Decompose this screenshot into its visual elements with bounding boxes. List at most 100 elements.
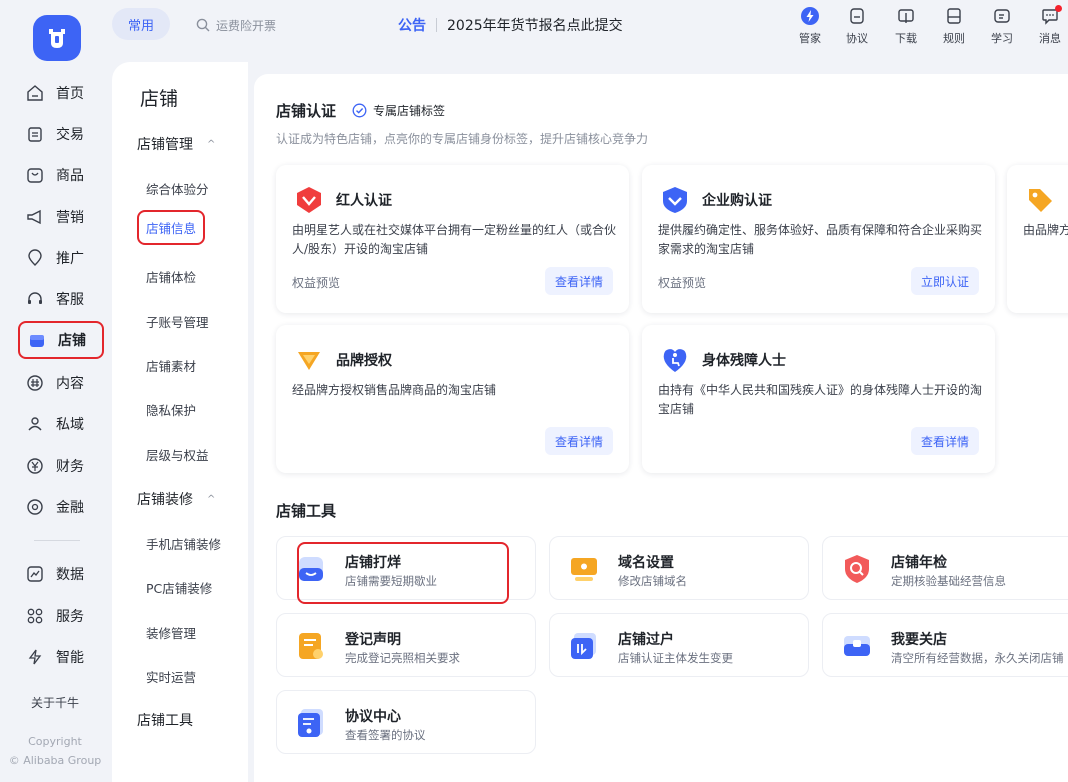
copyright-owner: © Alibaba Group <box>8 754 102 767</box>
card-desc: 由明星艺人或在社交媒体平台拥有一定粉丝量的红人（或合伙人/股东）开设的淘宝店铺 <box>292 223 617 256</box>
nav-item-home[interactable]: 首页 <box>18 74 106 112</box>
view-details-button[interactable]: 查看详情 <box>544 267 613 295</box>
view-details-button[interactable]: 查看详情 <box>910 427 979 455</box>
tool-agreement-center[interactable]: 协议中心 查看签署的协议 <box>276 690 536 754</box>
nav-label: 首页 <box>56 86 84 102</box>
nav-label: 智能 <box>56 650 84 666</box>
tool-download[interactable]: 下载 <box>886 4 926 52</box>
trade-icon <box>28 127 42 142</box>
tool-agreement[interactable]: 协议 <box>837 4 877 52</box>
tool-registration[interactable]: 登记声明 完成登记亮照相关要求 <box>276 613 536 677</box>
cert-card-brand-owner[interactable]: 由品牌方 <box>1007 165 1068 313</box>
nav-item-data[interactable]: 数据 <box>18 555 106 593</box>
announcement[interactable]: 公告 2025年年货节报名点此提交 <box>398 14 623 36</box>
download-icon <box>898 9 914 23</box>
tag-icon <box>1029 189 1052 212</box>
menu-item-privacy[interactable]: 隐私保护 <box>146 400 196 419</box>
tool-label: 管家 <box>799 32 821 45</box>
cert-card-enterprise[interactable]: 企业购认证 提供履约确定性、服务体验好、品质有保障和符合企业采购买家需求的淘宝店… <box>642 165 995 313</box>
nav-item-finance[interactable]: 财务 <box>18 447 106 485</box>
nav-item-private-domain[interactable]: 私域 <box>18 405 106 443</box>
nav-label: 数据 <box>56 567 84 583</box>
agreement-icon <box>850 8 864 24</box>
menu-item-level-rights[interactable]: 层级与权益 <box>146 445 209 464</box>
influencer-icon <box>297 187 321 213</box>
announcement-text[interactable]: 2025年年货节报名点此提交 <box>447 15 623 35</box>
nav-item-apps[interactable]: 服务 <box>18 597 106 635</box>
logo-icon <box>49 29 65 48</box>
loan-icon <box>27 499 43 515</box>
menu-item-realtime-ops[interactable]: 实时运营 <box>146 667 196 686</box>
tool-desc: 定期核验基础经营信息 <box>891 574 1006 588</box>
view-details-button[interactable]: 查看详情 <box>544 427 613 455</box>
tool-desc: 查看签署的协议 <box>345 728 426 742</box>
menu-item-pc-decoration[interactable]: PC店铺装修 <box>146 578 212 597</box>
card-desc: 由品牌方 <box>1023 223 1068 237</box>
tool-label: 下载 <box>895 32 917 45</box>
search-box[interactable]: 运费险开票 <box>196 14 276 36</box>
chevron-up-icon: ^ <box>207 138 216 150</box>
domain-icon <box>571 558 597 581</box>
menu-group-shop-tools[interactable]: 店铺工具 <box>137 710 193 730</box>
tool-transfer[interactable]: 店铺过户 店铺认证主体发生变更 <box>549 613 809 677</box>
check-circle-icon <box>352 103 367 118</box>
tool-desc: 店铺认证主体发生变更 <box>618 651 733 665</box>
tool-shutdown[interactable]: 我要关店 清空所有经营数据，永久关闭店铺 <box>822 613 1068 677</box>
apps-icon <box>27 608 43 624</box>
data-icon <box>27 566 43 582</box>
tool-butler[interactable]: 管家 <box>790 4 830 52</box>
nav-label: 私域 <box>56 417 84 433</box>
menu-item-shop-info[interactable]: 店铺信息 <box>137 210 206 245</box>
nav-label: 店铺 <box>58 333 86 349</box>
nav-label: 金融 <box>56 500 84 516</box>
certify-now-button[interactable]: 立即认证 <box>910 267 979 295</box>
promotion-icon <box>28 249 42 266</box>
enterprise-icon <box>663 187 687 213</box>
nav-label: 客服 <box>56 292 84 308</box>
nav-item-goods[interactable]: 商品 <box>18 156 106 194</box>
qianniu-logo[interactable] <box>33 15 81 61</box>
card-rights-preview[interactable]: 权益预览 <box>658 274 706 291</box>
tool-name: 我要关店 <box>891 632 947 648</box>
menu-item-shop-assets[interactable]: 店铺素材 <box>146 356 196 375</box>
menu-item-shop-check[interactable]: 店铺体检 <box>146 267 196 286</box>
menu-title: 店铺 <box>140 88 179 110</box>
cert-card-brand-auth[interactable]: 品牌授权 经品牌方授权销售品牌商品的淘宝店铺 查看详情 <box>276 325 629 473</box>
nav-item-trade[interactable]: 交易 <box>18 115 106 153</box>
cert-card-influencer[interactable]: 红人认证 由明星艺人或在社交媒体平台拥有一定粉丝量的红人（或合伙人/股东）开设的… <box>276 165 629 313</box>
card-desc: 提供履约确定性、服务体验好、品质有保障和符合企业采购买家需求的淘宝店铺 <box>658 223 983 256</box>
menu-group-shop-management[interactable]: 店铺管理 ^ <box>137 134 215 154</box>
tool-desc: 完成登记亮照相关要求 <box>345 651 460 665</box>
nav-item-promotion[interactable]: 推广 <box>18 239 106 277</box>
nav-item-content[interactable]: 内容 <box>18 364 106 402</box>
menu-item-sub-accounts[interactable]: 子账号管理 <box>146 312 209 331</box>
menu-item-decoration-manage[interactable]: 装修管理 <box>146 623 196 642</box>
menu-item-mobile-decoration[interactable]: 手机店铺装修 <box>146 534 221 553</box>
menu-group-label: 店铺装修 <box>137 492 193 508</box>
nav-divider <box>34 540 80 541</box>
nav-item-marketing[interactable]: 营销 <box>18 198 106 236</box>
nav-item-service[interactable]: 客服 <box>18 280 106 318</box>
menu-group-decoration[interactable]: 店铺装修 ^ <box>137 489 215 509</box>
tool-domain[interactable]: 域名设置 修改店铺域名 <box>549 536 809 600</box>
nav-item-ai[interactable]: 智能 <box>18 638 106 676</box>
exclusive-badge: 专属店铺标签 <box>352 102 445 119</box>
tools-title: 店铺工具 <box>276 502 337 520</box>
tool-learn[interactable]: 学习 <box>982 4 1022 52</box>
card-rights-preview[interactable]: 权益预览 <box>292 274 340 291</box>
tool-label: 消息 <box>1039 32 1061 45</box>
tool-message[interactable]: 消息 <box>1030 4 1068 52</box>
chevron-up-icon: ^ <box>207 493 216 505</box>
nav-item-loan[interactable]: 金融 <box>18 488 106 526</box>
main-panel: 店铺认证 专属店铺标签 认证成为特色店铺，点亮你的专属店铺身份标签，提升店铺核心… <box>254 74 1068 782</box>
menu-item-experience-score[interactable]: 综合体验分 <box>146 179 209 198</box>
nav-item-shop[interactable]: 店铺 <box>18 321 104 359</box>
about-link[interactable]: 关于千牛 <box>0 694 110 711</box>
primary-nav: 首页 交易 商品 营销 推广 客服 店铺 内容 私域 财务 金融 数据 服务 智… <box>0 62 110 782</box>
annual-check-icon <box>845 555 869 583</box>
favorites-tab[interactable]: 常用 <box>112 8 170 40</box>
cert-card-accessibility[interactable]: 身体残障人士 由持有《中华人民共和国残疾人证》的身体残障人士开设的淘宝店铺 查看… <box>642 325 995 473</box>
tool-annual-check[interactable]: 店铺年检 定期核验基础经营信息 <box>822 536 1068 600</box>
tool-rules[interactable]: 规则 <box>934 4 974 52</box>
nav-label: 商品 <box>56 168 84 184</box>
